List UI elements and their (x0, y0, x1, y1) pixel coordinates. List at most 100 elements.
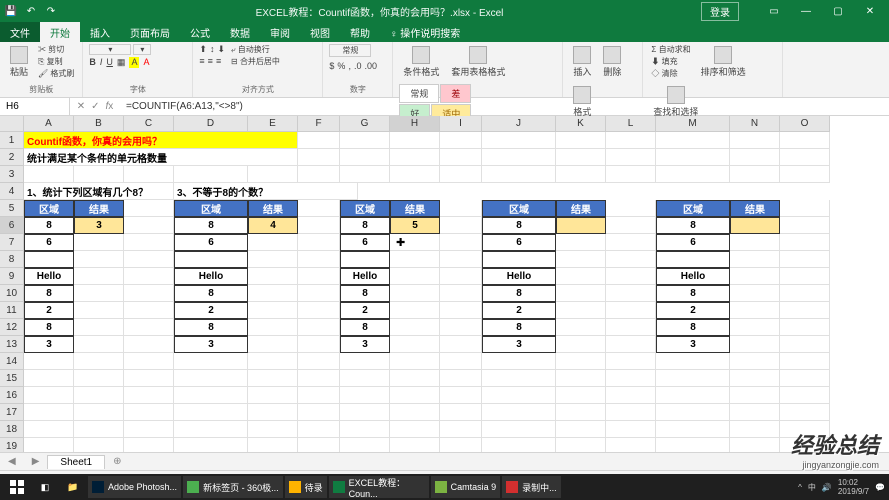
cell[interactable] (440, 319, 482, 336)
col-header-I[interactable]: I (440, 116, 482, 132)
cell[interactable] (656, 132, 730, 149)
cell[interactable] (174, 387, 248, 404)
cell[interactable] (174, 251, 248, 268)
cell[interactable]: 结果 (74, 200, 124, 217)
maximize-icon[interactable]: ▢ (823, 1, 853, 21)
cut-button[interactable]: ✂ 剪切 (36, 44, 76, 55)
cell[interactable] (298, 353, 340, 370)
cell[interactable] (248, 336, 298, 353)
cell[interactable] (298, 166, 340, 183)
cell[interactable]: 结果 (556, 200, 606, 217)
cell[interactable] (298, 217, 340, 234)
cell[interactable]: 3 (174, 336, 248, 353)
number-format-select[interactable]: 常规 (329, 44, 371, 57)
explorer-icon[interactable]: 📁 (60, 476, 86, 498)
tab-tell-me[interactable]: ♀ 操作说明搜索 (380, 22, 470, 42)
cell[interactable] (606, 132, 656, 149)
cell[interactable] (340, 438, 390, 452)
cell[interactable]: 8 (482, 285, 556, 302)
cell[interactable] (390, 234, 440, 251)
cell[interactable] (556, 353, 606, 370)
cell[interactable]: Hello (340, 268, 390, 285)
cell[interactable]: 5 (390, 217, 440, 234)
cell[interactable] (124, 421, 174, 438)
fill-color-button[interactable]: A (129, 57, 139, 68)
tab-layout[interactable]: 页面布局 (120, 22, 180, 42)
taskbar-app[interactable]: EXCEL教程：Coun... (329, 476, 429, 498)
cell[interactable] (780, 149, 830, 166)
cell[interactable] (390, 132, 440, 149)
cond-format-button[interactable]: 条件格式 (399, 44, 443, 80)
cell[interactable] (298, 404, 340, 421)
cell[interactable] (556, 387, 606, 404)
cell[interactable] (780, 285, 830, 302)
cell[interactable] (340, 370, 390, 387)
cell[interactable] (390, 319, 440, 336)
col-header-G[interactable]: G (340, 116, 390, 132)
cell[interactable] (440, 200, 482, 217)
cell[interactable]: 3 (656, 336, 730, 353)
col-header-J[interactable]: J (482, 116, 556, 132)
cell[interactable] (730, 149, 780, 166)
cell[interactable] (780, 132, 830, 149)
cell[interactable] (482, 421, 556, 438)
tray-notifications-icon[interactable]: 💬 (875, 483, 885, 492)
cell[interactable] (656, 251, 730, 268)
align-top-icon[interactable]: ⬆ (199, 44, 207, 55)
cell[interactable] (482, 353, 556, 370)
cell[interactable] (606, 302, 656, 319)
merge-center-button[interactable]: ⊟ 合并后居中 (229, 56, 282, 67)
cell[interactable] (440, 132, 482, 149)
tab-data[interactable]: 数据 (220, 22, 260, 42)
cell[interactable]: 8 (174, 285, 248, 302)
align-right-icon[interactable]: ≡ (216, 56, 221, 66)
cell[interactable] (730, 217, 780, 234)
cell[interactable] (730, 387, 780, 404)
col-header-L[interactable]: L (606, 116, 656, 132)
cell[interactable] (248, 370, 298, 387)
cell[interactable]: 8 (24, 285, 74, 302)
cell[interactable]: 6 (482, 234, 556, 251)
bold-button[interactable]: B (89, 57, 96, 68)
cell[interactable] (780, 166, 830, 183)
cell[interactable] (606, 200, 656, 217)
cell[interactable] (440, 421, 482, 438)
system-tray[interactable]: ^ 中 🔊 10:022019/9/7 💬 (798, 478, 885, 496)
cell[interactable] (656, 438, 730, 452)
cell[interactable]: 结果 (390, 200, 440, 217)
underline-button[interactable]: U (106, 57, 113, 68)
cell[interactable] (730, 404, 780, 421)
cell[interactable] (298, 268, 340, 285)
cell[interactable] (390, 353, 440, 370)
cell[interactable] (556, 251, 606, 268)
cell[interactable] (298, 302, 340, 319)
cell[interactable] (124, 404, 174, 421)
cell[interactable] (606, 234, 656, 251)
autosum-button[interactable]: Σ 自动求和 (649, 44, 692, 55)
cell[interactable] (730, 234, 780, 251)
row-header-5[interactable]: 5 (0, 200, 24, 217)
cell[interactable] (74, 387, 124, 404)
cell[interactable]: 8 (174, 217, 248, 234)
row-header-4[interactable]: 4 (0, 183, 24, 200)
cell[interactable] (440, 166, 482, 183)
cell[interactable] (482, 166, 556, 183)
cell[interactable]: 区域 (656, 200, 730, 217)
col-header-B[interactable]: B (74, 116, 124, 132)
cell[interactable] (74, 438, 124, 452)
cell[interactable] (606, 149, 656, 166)
cell[interactable] (298, 370, 340, 387)
cell[interactable] (124, 438, 174, 452)
worksheet[interactable]: ABCDEFGHIJKLMNO 123456789101112131415161… (0, 116, 889, 452)
cell[interactable] (780, 302, 830, 319)
row-header-12[interactable]: 12 (0, 319, 24, 336)
cell[interactable] (606, 370, 656, 387)
cell[interactable] (74, 234, 124, 251)
cell[interactable] (298, 438, 340, 452)
cell[interactable] (606, 319, 656, 336)
sheet-tab-1[interactable]: Sheet1 (47, 455, 105, 469)
cell[interactable] (124, 285, 174, 302)
ribbon-options-icon[interactable]: ▭ (759, 1, 789, 21)
minimize-icon[interactable]: — (791, 1, 821, 21)
clear-button[interactable]: ◇ 清除 (649, 68, 692, 79)
